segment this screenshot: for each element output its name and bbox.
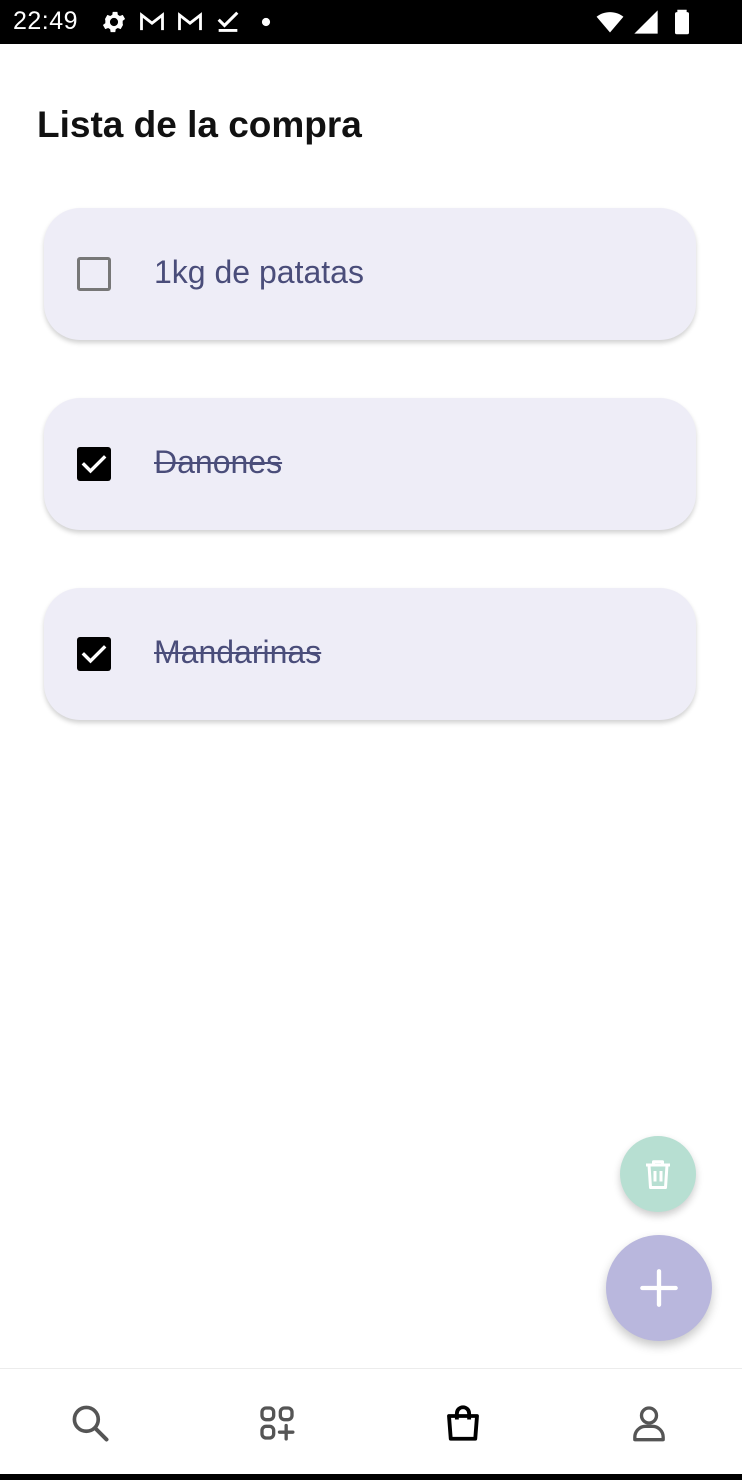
item-label: Danones	[154, 444, 283, 480]
nav-profile[interactable]	[625, 1399, 673, 1447]
nav-search[interactable]	[66, 1399, 114, 1447]
item-checkbox[interactable]	[77, 447, 111, 481]
trash-icon	[646, 1160, 670, 1189]
shopping-list: 1kg de patatas Danones Mandarinas	[44, 208, 696, 778]
item-label: Mandarinas	[154, 634, 322, 670]
nav-categories[interactable]	[253, 1399, 301, 1447]
search-icon	[72, 1405, 109, 1442]
list-item[interactable]: 1kg de patatas	[44, 208, 696, 340]
list-item[interactable]: Mandarinas	[44, 588, 696, 720]
download-done-icon	[214, 8, 242, 36]
profile-icon	[633, 1406, 665, 1442]
gear-icon	[100, 8, 128, 36]
bottom-nav	[0, 1368, 742, 1474]
page-title: Lista de la compra	[37, 104, 362, 145]
signal-icon	[632, 8, 660, 36]
gmail-icon	[138, 8, 166, 36]
status-time: 22:49	[13, 7, 79, 35]
item-checkbox[interactable]	[77, 637, 111, 671]
categories-icon	[260, 1406, 295, 1441]
status-bar: 22:49	[0, 0, 742, 44]
status-icons-right	[596, 8, 696, 36]
check-icon	[81, 645, 107, 664]
item-label: 1kg de patatas	[154, 254, 364, 290]
gmail-icon	[176, 8, 204, 36]
check-icon	[81, 455, 107, 474]
status-icons-left	[100, 8, 280, 36]
battery-icon	[668, 8, 696, 36]
system-gesture-bar	[0, 1474, 742, 1480]
wifi-icon	[596, 8, 624, 36]
plus-icon	[640, 1269, 678, 1307]
shopping-bag-icon	[447, 1405, 479, 1441]
nav-shopping-list[interactable]	[439, 1399, 487, 1447]
list-item[interactable]: Danones	[44, 398, 696, 530]
item-checkbox[interactable]	[77, 257, 111, 291]
dot-icon	[252, 8, 280, 36]
add-item-button[interactable]	[606, 1235, 712, 1341]
delete-checked-button[interactable]	[620, 1136, 696, 1212]
